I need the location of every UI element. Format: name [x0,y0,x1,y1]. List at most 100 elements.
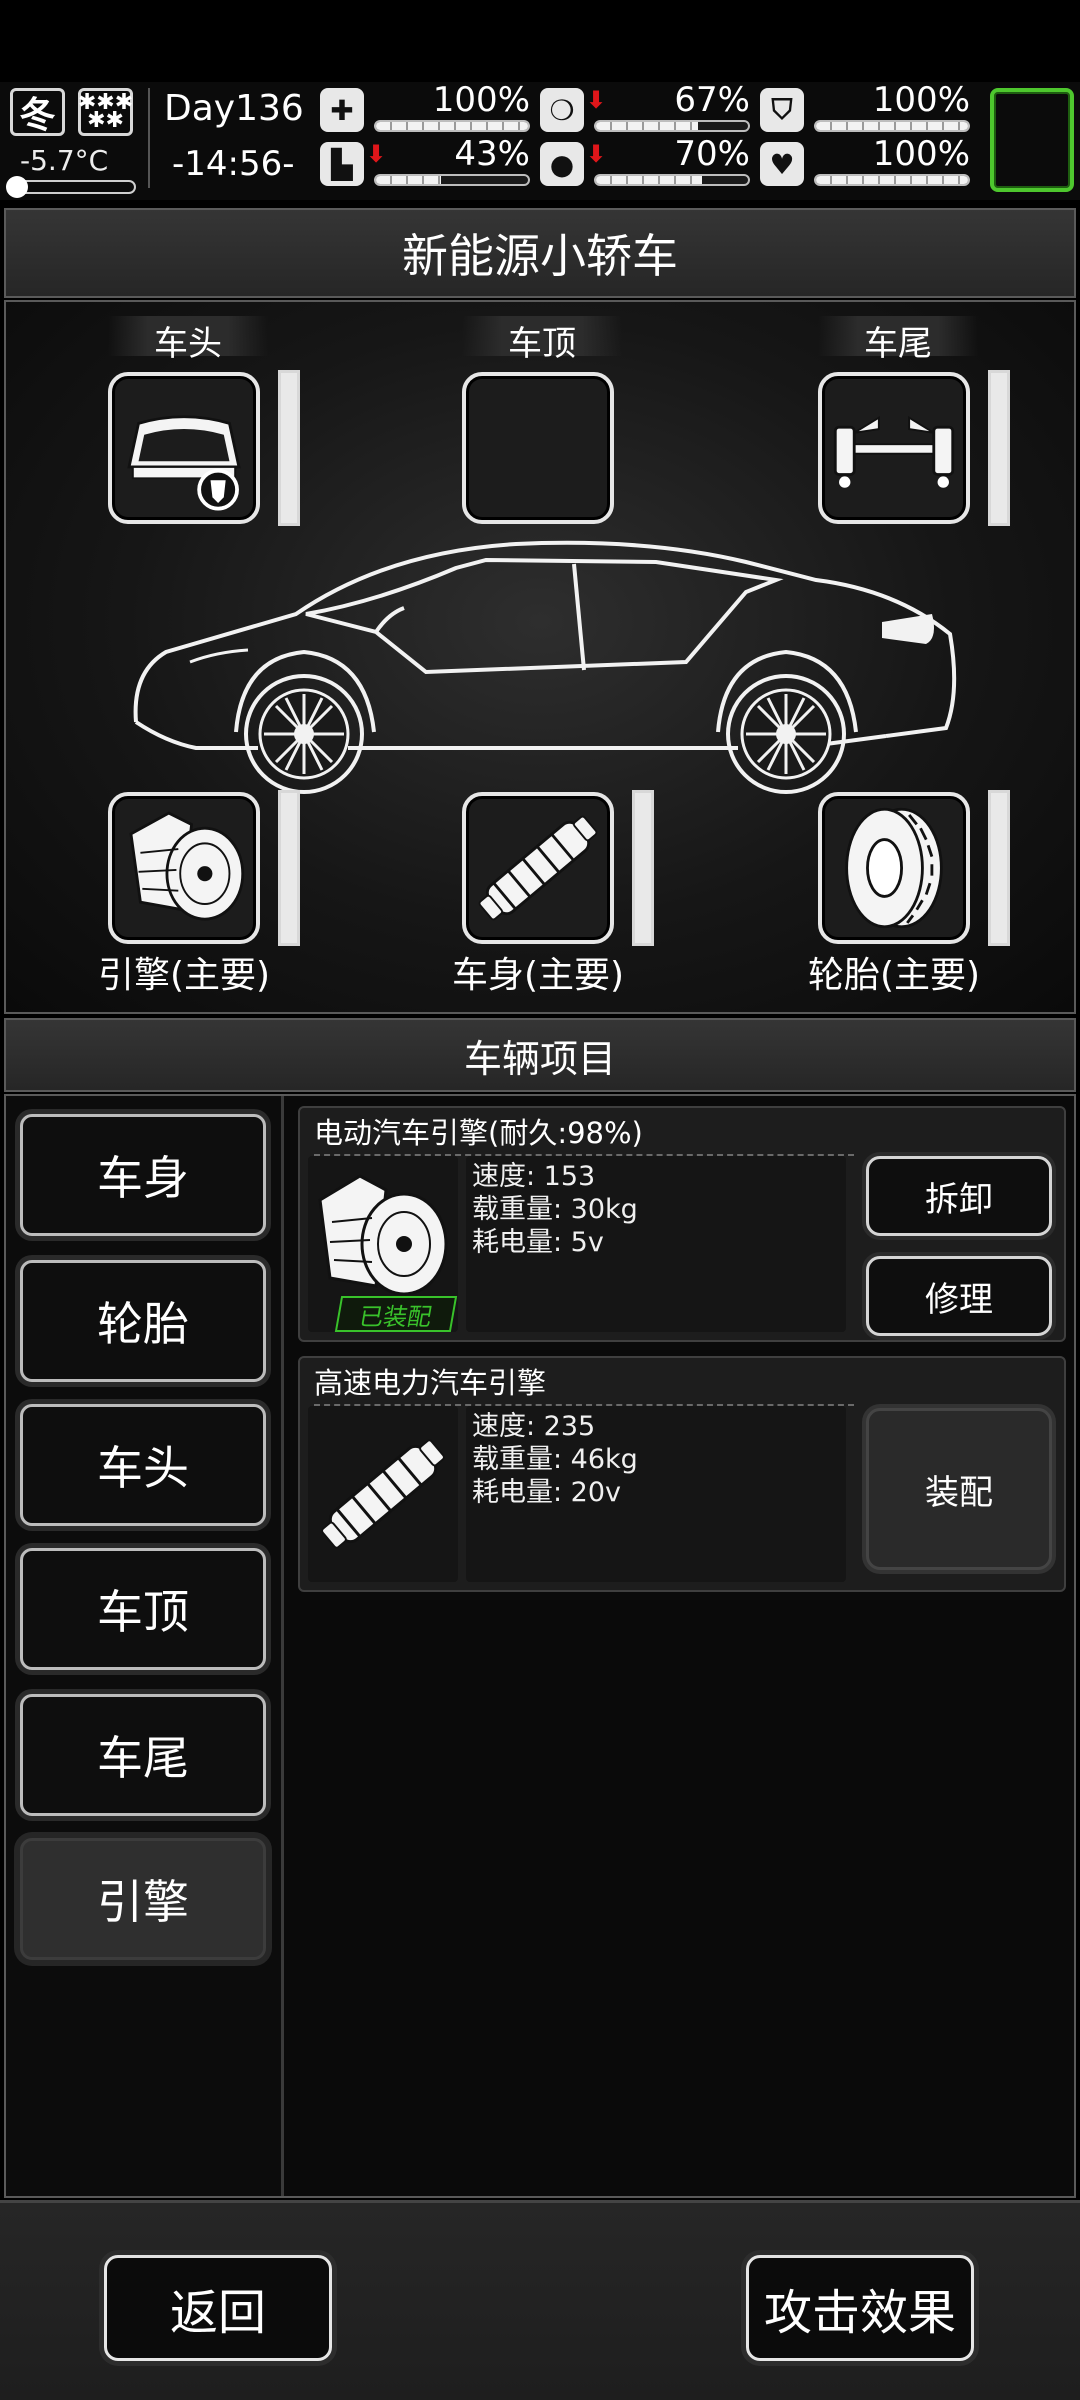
stat-bar [374,174,530,186]
back-button[interactable]: 返回 [104,2255,332,2361]
temperature-gauge [6,176,136,198]
stat-bar [814,120,970,132]
stat-percent: 100% [872,80,970,120]
season-label: 冬 [19,95,56,136]
engine-slot-caption: 引擎(主要) [97,955,271,996]
vehicle-items-panel: 车身 轮胎 车头 车顶 车尾 引擎 电动汽车引擎(耐久:98%) 已装配 速度:… [4,1094,1076,2198]
temperature-knob [6,176,28,198]
stat-power: 耗电量: 5v [472,1227,604,1258]
item-card: 电动汽车引擎(耐久:98%) 已装配 速度: 153 载重量: 30kg 耗电量… [298,1106,1066,1342]
high-speed-motor-icon [321,1439,445,1549]
decrease-arrow-icon: ⬇ [586,86,607,114]
quick-slot-button[interactable] [990,88,1074,192]
slot-label-rear: 车尾 [818,316,978,364]
equipped-label: 已装配 [357,1302,435,1331]
items-title-bar: 车辆项目 [4,1018,1076,1092]
vehicle-title-bar: 新能源小轿车 [4,208,1076,298]
boot-icon: ▙ [320,142,364,186]
car-front-bumper-icon [127,415,241,511]
attack-effect-button[interactable]: 攻击效果 [746,2255,974,2361]
category-engine-button[interactable]: 引擎 [20,1838,266,1960]
category-body-button[interactable]: 车身 [20,1114,266,1236]
stat-bar [374,120,530,132]
repair-button[interactable]: 修理 [866,1256,1052,1336]
stat-bar-fill [376,176,442,184]
slot-label-roof: 车顶 [462,316,622,364]
decrease-arrow-icon: ⬇ [586,140,607,168]
front-durability-gauge [278,370,300,526]
stat-percent: 43% [454,134,530,174]
water-drop-icon: ● [540,142,584,186]
engine-durability-gauge [278,790,300,946]
category-roof-button[interactable]: 车顶 [20,1548,266,1670]
electric-motor-icon [129,811,245,921]
items-title: 车辆项目 [463,1036,616,1081]
category-front-button[interactable]: 车头 [20,1404,266,1526]
stat-health: ✚ 100% [320,80,530,136]
stomach-icon: ❍ [540,88,584,132]
status-hud: 冬 ✱✱✱ ✱✱ -5.7°C Day136 -14:56- ✚ 100% ❍ ⬇ 67%… [0,80,1080,200]
stat-speed: 速度: 153 [472,1161,596,1192]
stat-percent: 70% [674,134,750,174]
stat-bar-fill [376,122,528,130]
stat-bar [594,120,750,132]
tire-durability-gauge [988,790,1010,946]
car-body-frame-icon [478,815,598,921]
stat-percent: 100% [432,80,530,120]
stat-armor: ⛉ 100% [760,80,970,136]
item-name: 高速电力汽车引擎 [314,1360,854,1406]
temperature-readout: -5.7°C [20,144,109,177]
heart-icon: ♥ [760,142,804,186]
equip-button[interactable]: 装配 [866,1408,1052,1570]
rear-durability-gauge [988,370,1010,526]
stat-speed: 速度: 235 [472,1411,596,1442]
stat-thirst: ● ⬇ 70% [540,134,750,190]
stat-bar [814,174,970,186]
vehicle-name: 新能源小轿车 [402,229,678,283]
engine-slot[interactable] [108,792,260,944]
snowflakes-icon: ✱✱✱ ✱✱ [78,88,133,136]
medkit-icon: ✚ [320,88,364,132]
item-stats: 速度: 153 载重量: 30kg 耗电量: 5v [466,1156,846,1332]
decrease-arrow-icon: ⬇ [366,140,387,168]
stat-mood: ♥ 100% [760,134,970,190]
day-counter: Day136 [164,88,304,129]
tire-icon [845,807,943,929]
roof-slot[interactable] [462,372,614,524]
body-durability-gauge [632,790,654,946]
stat-bar-fill [816,122,968,130]
vehicle-parts-panel: 车头 车顶 车尾 引擎(主要) 车身(主要) 轮胎(主要) [4,300,1076,1014]
item-name: 电动汽车引擎(耐久:98%) [314,1110,854,1156]
stat-percent: 67% [674,80,750,120]
body-slot-caption: 车身(主要) [451,955,625,996]
rear-slot[interactable] [818,372,970,524]
category-tire-button[interactable]: 轮胎 [20,1260,266,1382]
stat-bar-fill [816,176,968,184]
body-slot[interactable] [462,792,614,944]
rear-axle-icon [833,415,955,488]
stat-hunger: ❍ ⬇ 67% [540,80,750,136]
slot-label-front: 车头 [108,316,268,364]
game-clock: -14:56- [172,144,295,184]
shield-icon: ⛉ [760,88,804,132]
stat-stamina: ▙ ⬇ 43% [320,134,530,190]
category-rear-button[interactable]: 车尾 [20,1694,266,1816]
front-slot[interactable] [108,372,260,524]
stat-bar-fill [596,176,703,184]
stat-load: 载重量: 30kg [472,1194,638,1225]
car-silhouette [133,540,957,794]
item-card: 高速电力汽车引擎 速度: 235 载重量: 46kg 耗电量: 20v 装配 [298,1356,1066,1592]
uninstall-button[interactable]: 拆卸 [866,1156,1052,1236]
tire-slot[interactable] [818,792,970,944]
stat-power: 耗电量: 20v [472,1477,622,1508]
stat-bar-fill [596,122,698,130]
hud-divider [148,88,150,188]
tire-slot-caption: 轮胎(主要) [807,955,981,996]
stat-percent: 100% [872,134,970,174]
stat-load: 载重量: 46kg [472,1444,638,1475]
category-column: 车身 轮胎 车头 车顶 车尾 引擎 [6,1096,284,2196]
stat-bar [594,174,750,186]
season-badge: 冬 [10,88,65,136]
item-image [308,1406,458,1582]
bottom-bar: 返回 攻击效果 [0,2200,1080,2400]
